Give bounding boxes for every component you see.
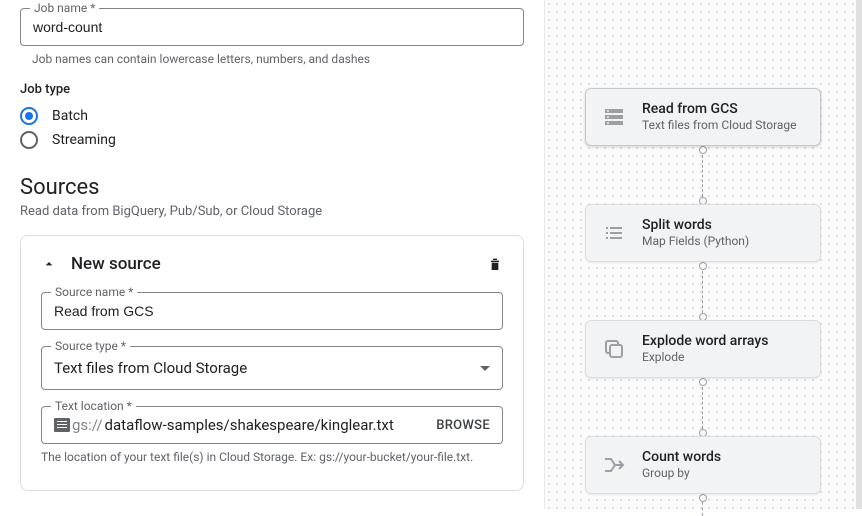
node-title: Split words bbox=[642, 216, 749, 234]
source-type-label: Source type * bbox=[51, 339, 130, 353]
node-sub: Text files from Cloud Storage bbox=[642, 118, 797, 134]
source-card-title: New source bbox=[71, 254, 161, 274]
connector-port[interactable] bbox=[699, 494, 707, 502]
node-title: Read from GCS bbox=[642, 100, 797, 118]
source-name-label: Source name * bbox=[51, 285, 137, 299]
merge-icon bbox=[600, 451, 628, 479]
text-location-helper: The location of your text file(s) in Clo… bbox=[41, 450, 503, 464]
copy-icon bbox=[600, 335, 628, 363]
source-name-field: Source name * bbox=[41, 292, 503, 330]
document-icon bbox=[54, 418, 70, 432]
radio-batch[interactable]: Batch bbox=[20, 107, 524, 125]
connector-line bbox=[702, 271, 704, 313]
pipeline-node-read-gcs[interactable]: Read from GCS Text files from Cloud Stor… bbox=[585, 88, 821, 146]
job-name-helper: Job names can contain lowercase letters,… bbox=[32, 52, 524, 66]
text-location-field: Text location * gs:// dataflow-samples/s… bbox=[41, 406, 503, 444]
radio-icon bbox=[20, 131, 38, 149]
collapse-icon[interactable] bbox=[41, 256, 57, 272]
sources-heading: Sources bbox=[20, 175, 524, 200]
connector-line bbox=[702, 155, 704, 197]
text-location-label: Text location * bbox=[51, 399, 136, 413]
pipeline-node-split-words[interactable]: Split words Map Fields (Python) bbox=[585, 204, 821, 262]
radio-icon bbox=[20, 107, 38, 125]
form-panel: Job name * Job names can contain lowerca… bbox=[0, 0, 544, 509]
pipeline-canvas[interactable]: Read from GCS Text files from Cloud Stor… bbox=[544, 0, 862, 509]
radio-streaming-label: Streaming bbox=[52, 132, 116, 148]
source-card: New source Source name * Source type * T… bbox=[20, 235, 524, 491]
connector-port[interactable] bbox=[699, 378, 707, 386]
connector-port[interactable] bbox=[699, 146, 707, 154]
job-name-label: Job name * bbox=[30, 1, 99, 15]
dropdown-icon bbox=[480, 366, 490, 371]
node-title: Explode word arrays bbox=[642, 332, 768, 350]
text-location-value: dataflow-samples/shakespeare/kinglear.tx… bbox=[105, 416, 429, 434]
pipeline-node-count-words[interactable]: Count words Group by bbox=[585, 436, 821, 494]
source-type-value: Text files from Cloud Storage bbox=[54, 359, 247, 377]
radio-batch-label: Batch bbox=[52, 108, 88, 124]
job-name-field: Job name * bbox=[20, 8, 524, 46]
scrollbar[interactable] bbox=[856, 0, 862, 509]
list-icon bbox=[600, 219, 628, 247]
storage-icon bbox=[600, 103, 628, 131]
delete-icon[interactable] bbox=[487, 255, 503, 273]
job-type-label: Job type bbox=[20, 82, 524, 97]
gs-prefix: gs:// bbox=[72, 416, 103, 434]
connector-port[interactable] bbox=[699, 262, 707, 270]
node-sub: Explode bbox=[642, 350, 768, 366]
browse-button[interactable]: BROWSE bbox=[428, 418, 490, 433]
node-sub: Map Fields (Python) bbox=[642, 234, 749, 250]
pipeline-node-explode[interactable]: Explode word arrays Explode bbox=[585, 320, 821, 378]
connector-line bbox=[702, 387, 704, 429]
source-type-field[interactable]: Source type * Text files from Cloud Stor… bbox=[41, 346, 503, 390]
node-title: Count words bbox=[642, 448, 721, 466]
node-sub: Group by bbox=[642, 466, 721, 482]
sources-sub: Read data from BigQuery, Pub/Sub, or Clo… bbox=[20, 204, 524, 219]
radio-streaming[interactable]: Streaming bbox=[20, 131, 524, 149]
